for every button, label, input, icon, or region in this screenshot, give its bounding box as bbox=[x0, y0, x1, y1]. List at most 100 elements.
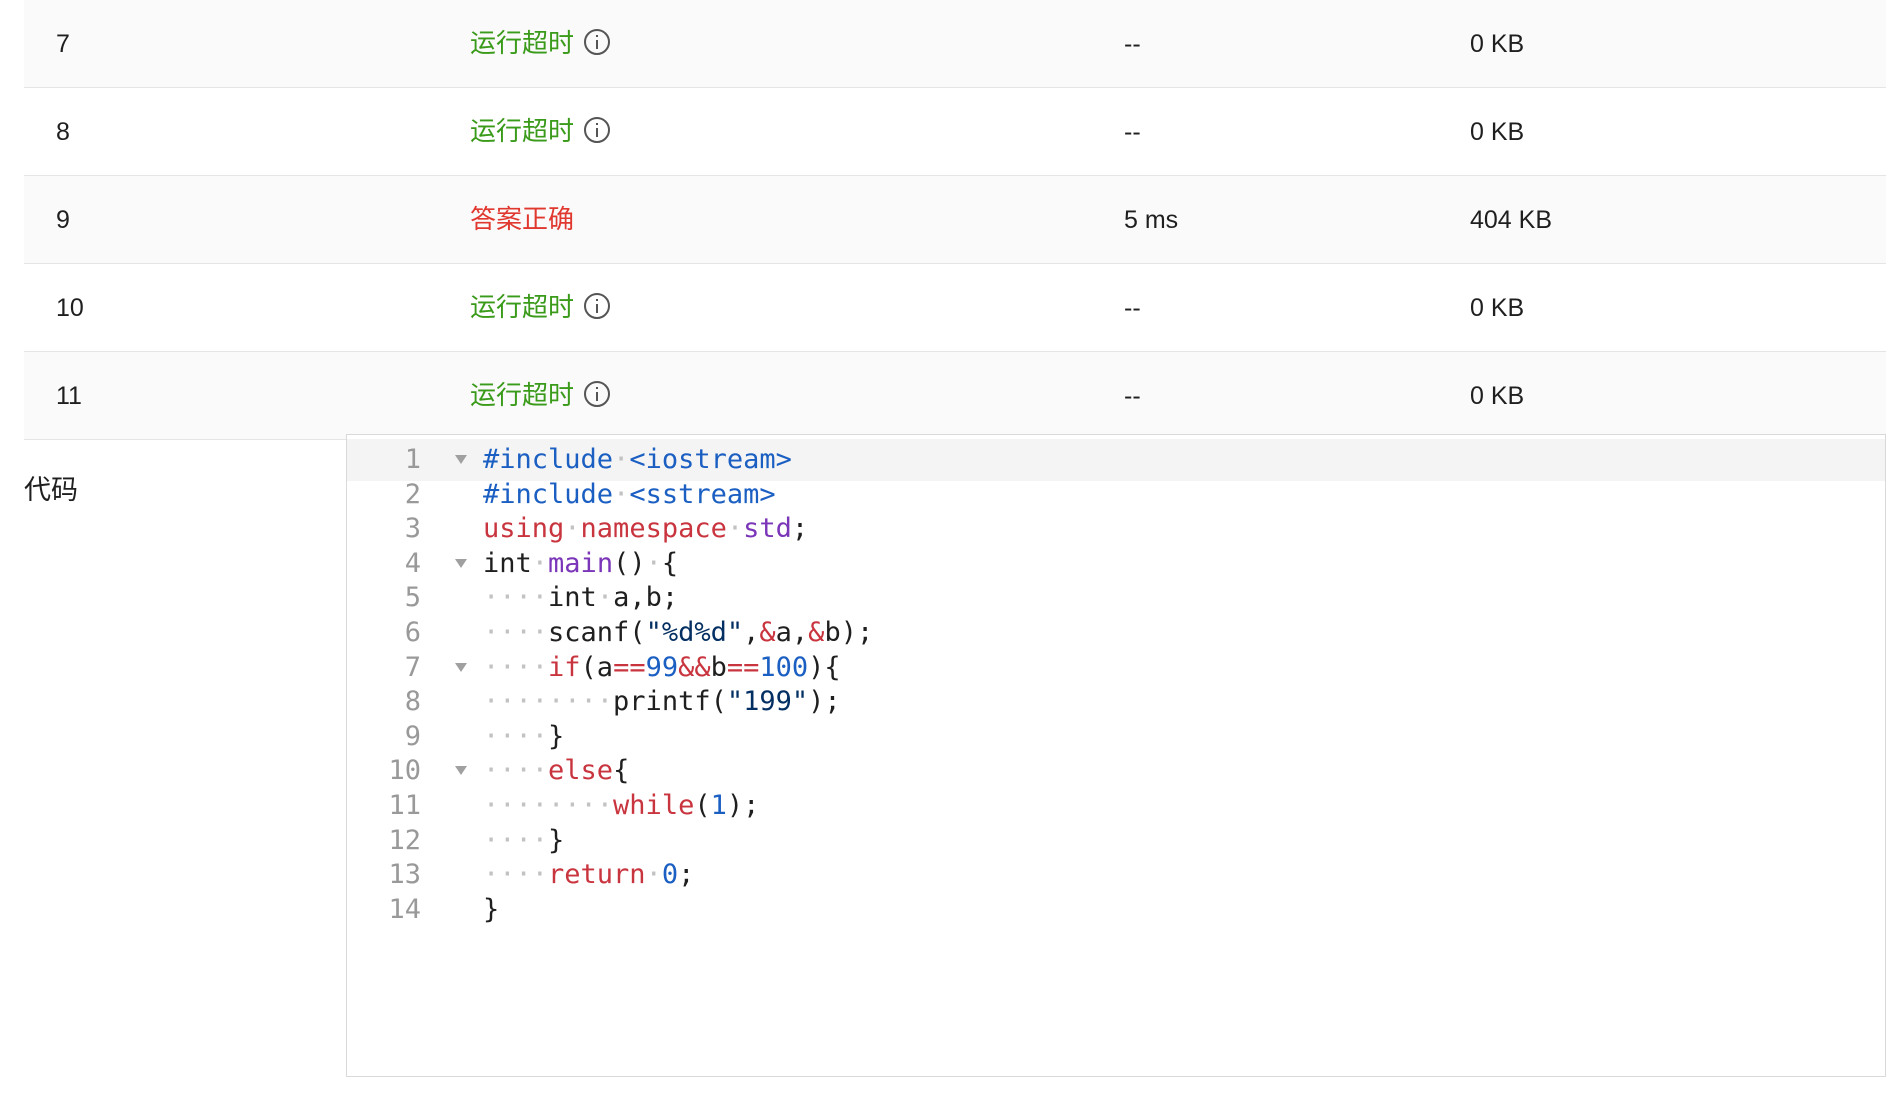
code-token: "%d%d" bbox=[645, 617, 744, 648]
code-token: } bbox=[483, 893, 500, 925]
code-label: 代码 bbox=[24, 475, 78, 506]
time-cell: -- bbox=[1124, 30, 1141, 58]
code-token: ; bbox=[678, 859, 695, 891]
code-editor[interactable]: 1 #include·<iostream> 2 #include·<sstream> 3… bbox=[346, 434, 1886, 1077]
code-token: ···· bbox=[483, 755, 549, 787]
code-token: && bbox=[678, 651, 711, 683]
code-token: while bbox=[613, 790, 695, 821]
memory-cell: 0 KB bbox=[1470, 382, 1525, 410]
status-cell: 运行超时 bbox=[470, 352, 611, 440]
code-token: b bbox=[710, 651, 727, 683]
code-token: ········ bbox=[483, 686, 614, 718]
memory-cell: 0 KB bbox=[1470, 294, 1525, 322]
code-token: & bbox=[759, 617, 776, 648]
info-circle-icon[interactable] bbox=[584, 380, 611, 407]
fold-arrow-icon[interactable] bbox=[455, 662, 467, 672]
code-token: ( bbox=[694, 790, 711, 821]
table-row: 11 运行超时 -- 0 KB bbox=[24, 352, 1886, 440]
test-results-table: 7 运行超时 -- 0 KB 8 运行超时 -- 0 KB 9 答案正确 5 ms 404 KB 10 运… bbox=[24, 0, 1886, 440]
status-text: 运行超时 bbox=[470, 381, 575, 411]
code-token: ···· bbox=[483, 617, 549, 648]
code-token: · bbox=[613, 478, 630, 510]
code-token: & bbox=[808, 617, 825, 648]
status-text: 运行超时 bbox=[470, 29, 575, 59]
code-token: · bbox=[726, 513, 744, 545]
code-token: · bbox=[645, 859, 662, 891]
code-token: 99 bbox=[645, 651, 679, 683]
code-token: { bbox=[661, 547, 679, 579]
code-token: "199" bbox=[726, 686, 809, 718]
memory-cell: 0 KB bbox=[1470, 118, 1525, 146]
code-token: ); bbox=[808, 686, 841, 718]
status-cell: 运行超时 bbox=[470, 0, 611, 88]
time-cell: -- bbox=[1124, 118, 1141, 146]
code-token: return bbox=[548, 859, 646, 891]
code-token: } bbox=[548, 720, 565, 752]
code-token: · bbox=[613, 444, 630, 475]
code-token: if bbox=[548, 651, 581, 683]
code-token: ···· bbox=[483, 859, 549, 891]
table-row: 8 运行超时 -- 0 KB bbox=[24, 88, 1886, 176]
code-token: 0 bbox=[661, 859, 679, 891]
time-cell: -- bbox=[1124, 294, 1141, 322]
code-token: printf( bbox=[613, 686, 727, 718]
memory-cell: 404 KB bbox=[1470, 206, 1553, 234]
status-text: 运行超时 bbox=[470, 293, 575, 323]
code-token: ); bbox=[726, 790, 760, 821]
code-token: <sstream> bbox=[629, 478, 776, 510]
code-token: else bbox=[548, 755, 614, 787]
code-line[interactable]: 14} bbox=[347, 889, 1885, 931]
status-text: 答案正确 bbox=[470, 205, 575, 235]
code-token: (a bbox=[580, 651, 614, 683]
info-circle-icon[interactable] bbox=[584, 292, 611, 319]
case-id: 7 bbox=[56, 30, 70, 58]
code-token: · bbox=[645, 547, 662, 579]
code-token: 100 bbox=[759, 651, 809, 683]
fold-arrow-icon[interactable] bbox=[455, 766, 467, 776]
code-token: () bbox=[613, 547, 646, 579]
memory-cell: 0 KB bbox=[1470, 30, 1525, 58]
status-cell: 运行超时 bbox=[470, 264, 611, 352]
info-circle-icon[interactable] bbox=[584, 28, 611, 55]
code-token: · bbox=[596, 582, 614, 614]
code-token: ···· bbox=[483, 582, 549, 614]
code-token: a,b; bbox=[613, 582, 679, 614]
table-row: 9 答案正确 5 ms 404 KB bbox=[24, 176, 1886, 264]
code-text: } bbox=[483, 889, 499, 931]
code-token: == bbox=[613, 651, 646, 683]
case-id: 10 bbox=[56, 294, 84, 322]
status-text: 运行超时 bbox=[470, 117, 575, 147]
code-token: <iostream> bbox=[629, 444, 792, 475]
code-token: · bbox=[531, 547, 549, 579]
code-token: == bbox=[726, 651, 760, 683]
line-number: 14 bbox=[388, 893, 421, 925]
case-id: 8 bbox=[56, 118, 70, 146]
code-token: ···· bbox=[483, 824, 549, 856]
code-token: 1 bbox=[710, 790, 727, 821]
info-circle-icon[interactable] bbox=[584, 116, 611, 143]
fold-arrow-icon[interactable] bbox=[455, 455, 467, 464]
status-cell: 答案正确 bbox=[470, 176, 574, 264]
code-token: #include bbox=[483, 478, 614, 510]
code-token: ){ bbox=[808, 651, 841, 683]
time-cell: 5 ms bbox=[1124, 206, 1179, 234]
fold-arrow-icon[interactable] bbox=[455, 558, 467, 568]
code-token: ···· bbox=[483, 720, 549, 752]
code-token: , bbox=[743, 617, 760, 648]
case-id: 9 bbox=[56, 206, 70, 234]
code-token: int bbox=[483, 547, 532, 579]
table-row: 7 运行超时 -- 0 KB bbox=[24, 0, 1886, 88]
code-token: ···· bbox=[483, 651, 549, 683]
code-token: ; bbox=[791, 513, 809, 545]
code-token: · bbox=[564, 513, 581, 545]
status-cell: 运行超时 bbox=[470, 88, 611, 176]
code-token: b); bbox=[824, 617, 874, 648]
code-token: namespace bbox=[580, 513, 727, 545]
code-token: main bbox=[548, 547, 614, 579]
code-token: { bbox=[613, 755, 630, 787]
table-row: 10 运行超时 -- 0 KB bbox=[24, 264, 1886, 352]
code-token: ········ bbox=[483, 790, 614, 821]
code-token: std bbox=[743, 513, 792, 545]
code-token: #include bbox=[483, 444, 614, 475]
time-cell: -- bbox=[1124, 382, 1141, 410]
